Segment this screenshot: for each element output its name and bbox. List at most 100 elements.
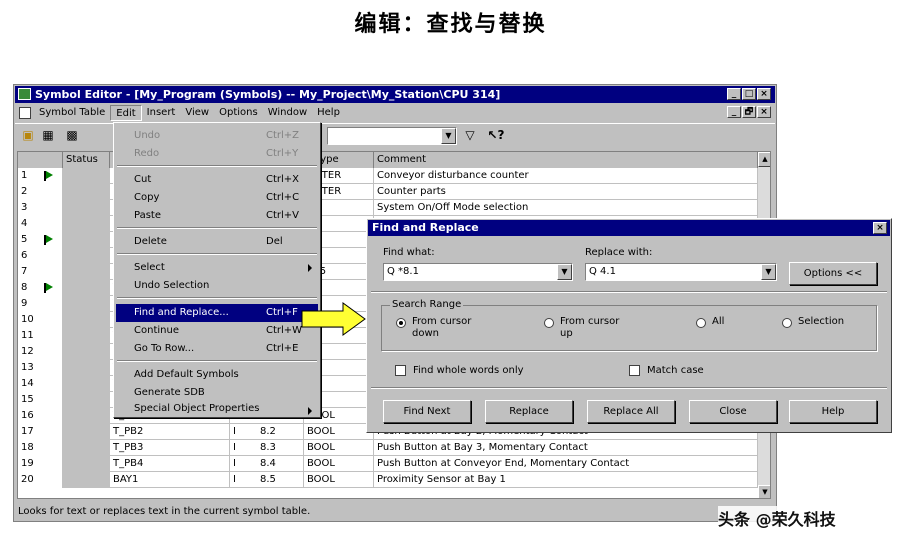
address-cell[interactable]: I 8.4 [230, 456, 304, 472]
table-row[interactable]: 19 T_PB4 I 8.4 BOOL Push Button at Conveyor E… [18, 456, 758, 472]
menu-item-find-replace[interactable]: Find and Replace... Ctrl+F [116, 304, 318, 322]
replace-with-combo[interactable]: Q 4.1 ▼ [585, 263, 777, 281]
menu-item-select[interactable]: Select [116, 259, 318, 277]
datatype-cell[interactable]: BOOL [304, 424, 374, 440]
col-status[interactable]: Status [63, 152, 110, 168]
whole-words-checkbox[interactable] [395, 365, 406, 376]
menu-item-goto-row[interactable]: Go To Row... Ctrl+E [116, 340, 318, 358]
find-next-button[interactable]: Find Next [383, 400, 471, 423]
col-comment[interactable]: Comment [374, 152, 758, 168]
status-cell[interactable] [63, 264, 110, 280]
row-number-cell[interactable]: 8 [18, 280, 63, 296]
help-pointer-icon[interactable]: ↖? [487, 127, 505, 144]
row-number-cell[interactable]: 20 [18, 472, 63, 488]
status-cell[interactable] [63, 408, 110, 424]
menu-item-undo[interactable]: Undo Ctrl+Z [116, 127, 318, 145]
chevron-down-icon[interactable]: ▼ [761, 264, 776, 280]
row-number-cell[interactable]: 15 [18, 392, 63, 408]
menu-view[interactable]: View [180, 105, 214, 121]
status-cell[interactable] [63, 328, 110, 344]
row-number-cell[interactable]: 19 [18, 456, 63, 472]
menu-item-undo-selection[interactable]: Undo Selection [116, 277, 318, 295]
status-cell[interactable] [63, 216, 110, 232]
datatype-cell[interactable]: BOOL [304, 440, 374, 456]
menu-insert[interactable]: Insert [142, 105, 181, 121]
save-icon[interactable]: ▦ [39, 127, 57, 144]
status-cell[interactable] [63, 232, 110, 248]
menu-item-delete[interactable]: Delete Del [116, 233, 318, 251]
row-number-cell[interactable]: 11 [18, 328, 63, 344]
radio-selection[interactable] [782, 318, 792, 328]
chevron-down-icon[interactable]: ▼ [557, 264, 572, 280]
menu-item-paste[interactable]: Paste Ctrl+V [116, 207, 318, 225]
status-cell[interactable] [63, 424, 110, 440]
status-cell[interactable] [63, 392, 110, 408]
comment-cell[interactable]: System On/Off Mode selection [374, 200, 758, 216]
status-cell[interactable] [63, 376, 110, 392]
print-icon[interactable]: ▩ [63, 127, 81, 144]
address-cell[interactable]: I 8.5 [230, 472, 304, 488]
menu-item-generate-sdb[interactable]: Generate SDB [116, 384, 318, 402]
replace-button[interactable]: Replace [485, 400, 573, 423]
status-cell[interactable] [63, 472, 110, 488]
datatype-cell[interactable]: BOOL [304, 456, 374, 472]
menu-item-add-default-symbols[interactable]: Add Default Symbols [116, 366, 318, 384]
address-cell[interactable]: I 8.3 [230, 440, 304, 456]
maximize-button[interactable]: □ [742, 88, 756, 100]
row-number-cell[interactable]: 14 [18, 376, 63, 392]
row-number-cell[interactable]: 3 [18, 200, 63, 216]
symbol-cell[interactable]: BAY1 [110, 472, 230, 488]
menu-edit[interactable]: Edit [110, 105, 142, 121]
menu-item-cut[interactable]: Cut Ctrl+X [116, 171, 318, 189]
status-cell[interactable] [63, 168, 110, 184]
row-number-cell[interactable]: 5 [18, 232, 63, 248]
close-button[interactable]: × [757, 88, 771, 100]
replace-all-button[interactable]: Replace All [587, 400, 675, 423]
symbol-cell[interactable]: T_PB3 [110, 440, 230, 456]
symbol-cell[interactable]: T_PB2 [110, 424, 230, 440]
status-cell[interactable] [63, 248, 110, 264]
open-folder-icon[interactable]: ▣ [19, 127, 37, 144]
minimize-button[interactable]: _ [727, 88, 741, 100]
row-number-cell[interactable]: 1 [18, 168, 63, 184]
table-row[interactable]: 18 T_PB3 I 8.3 BOOL Push Button at Bay 3, Mom… [18, 440, 758, 456]
table-row[interactable]: 20 BAY1 I 8.5 BOOL Proximity Sensor at Bay 1 [18, 472, 758, 488]
symbol-cell[interactable]: T_PB4 [110, 456, 230, 472]
doc-restore-button[interactable]: 🗗 [742, 106, 756, 118]
menu-item-special-object-properties[interactable]: Special Object Properties [116, 402, 318, 418]
status-cell[interactable] [63, 344, 110, 360]
row-number-cell[interactable]: 13 [18, 360, 63, 376]
status-cell[interactable] [63, 312, 110, 328]
row-number-cell[interactable]: 10 [18, 312, 63, 328]
status-cell[interactable] [63, 360, 110, 376]
options-button[interactable]: Options << [789, 262, 877, 285]
row-number-cell[interactable]: 17 [18, 424, 63, 440]
radio-from-cursor-up[interactable] [544, 318, 554, 328]
menu-item-redo[interactable]: Redo Ctrl+Y [116, 145, 318, 163]
help-button[interactable]: Help [789, 400, 877, 423]
scroll-up-icon[interactable]: ▲ [758, 152, 770, 167]
scroll-down-icon[interactable]: ▼ [758, 485, 770, 498]
dialog-close-icon[interactable]: × [873, 222, 887, 234]
datatype-cell[interactable]: BOOL [304, 472, 374, 488]
row-number-cell[interactable]: 4 [18, 216, 63, 232]
row-number-cell[interactable]: 18 [18, 440, 63, 456]
status-cell[interactable] [63, 456, 110, 472]
comment-cell[interactable]: Proximity Sensor at Bay 1 [374, 472, 758, 488]
address-cell[interactable]: I 8.2 [230, 424, 304, 440]
doc-minimize-button[interactable]: _ [727, 106, 741, 118]
status-cell[interactable] [63, 280, 110, 296]
menu-window[interactable]: Window [263, 105, 312, 121]
status-cell[interactable] [63, 296, 110, 312]
menu-item-copy[interactable]: Copy Ctrl+C [116, 189, 318, 207]
menu-symbol-table[interactable]: Symbol Table [34, 105, 110, 121]
comment-cell[interactable]: Push Button at Conveyor End, Momentary C… [374, 456, 758, 472]
status-cell[interactable] [63, 200, 110, 216]
radio-all[interactable] [696, 318, 706, 328]
find-what-combo[interactable]: Q *8.1 ▼ [383, 263, 573, 281]
status-cell[interactable] [63, 440, 110, 456]
comment-cell[interactable]: Counter parts [374, 184, 758, 200]
status-cell[interactable] [63, 184, 110, 200]
doc-close-button[interactable]: × [757, 106, 771, 118]
menu-help[interactable]: Help [312, 105, 345, 121]
